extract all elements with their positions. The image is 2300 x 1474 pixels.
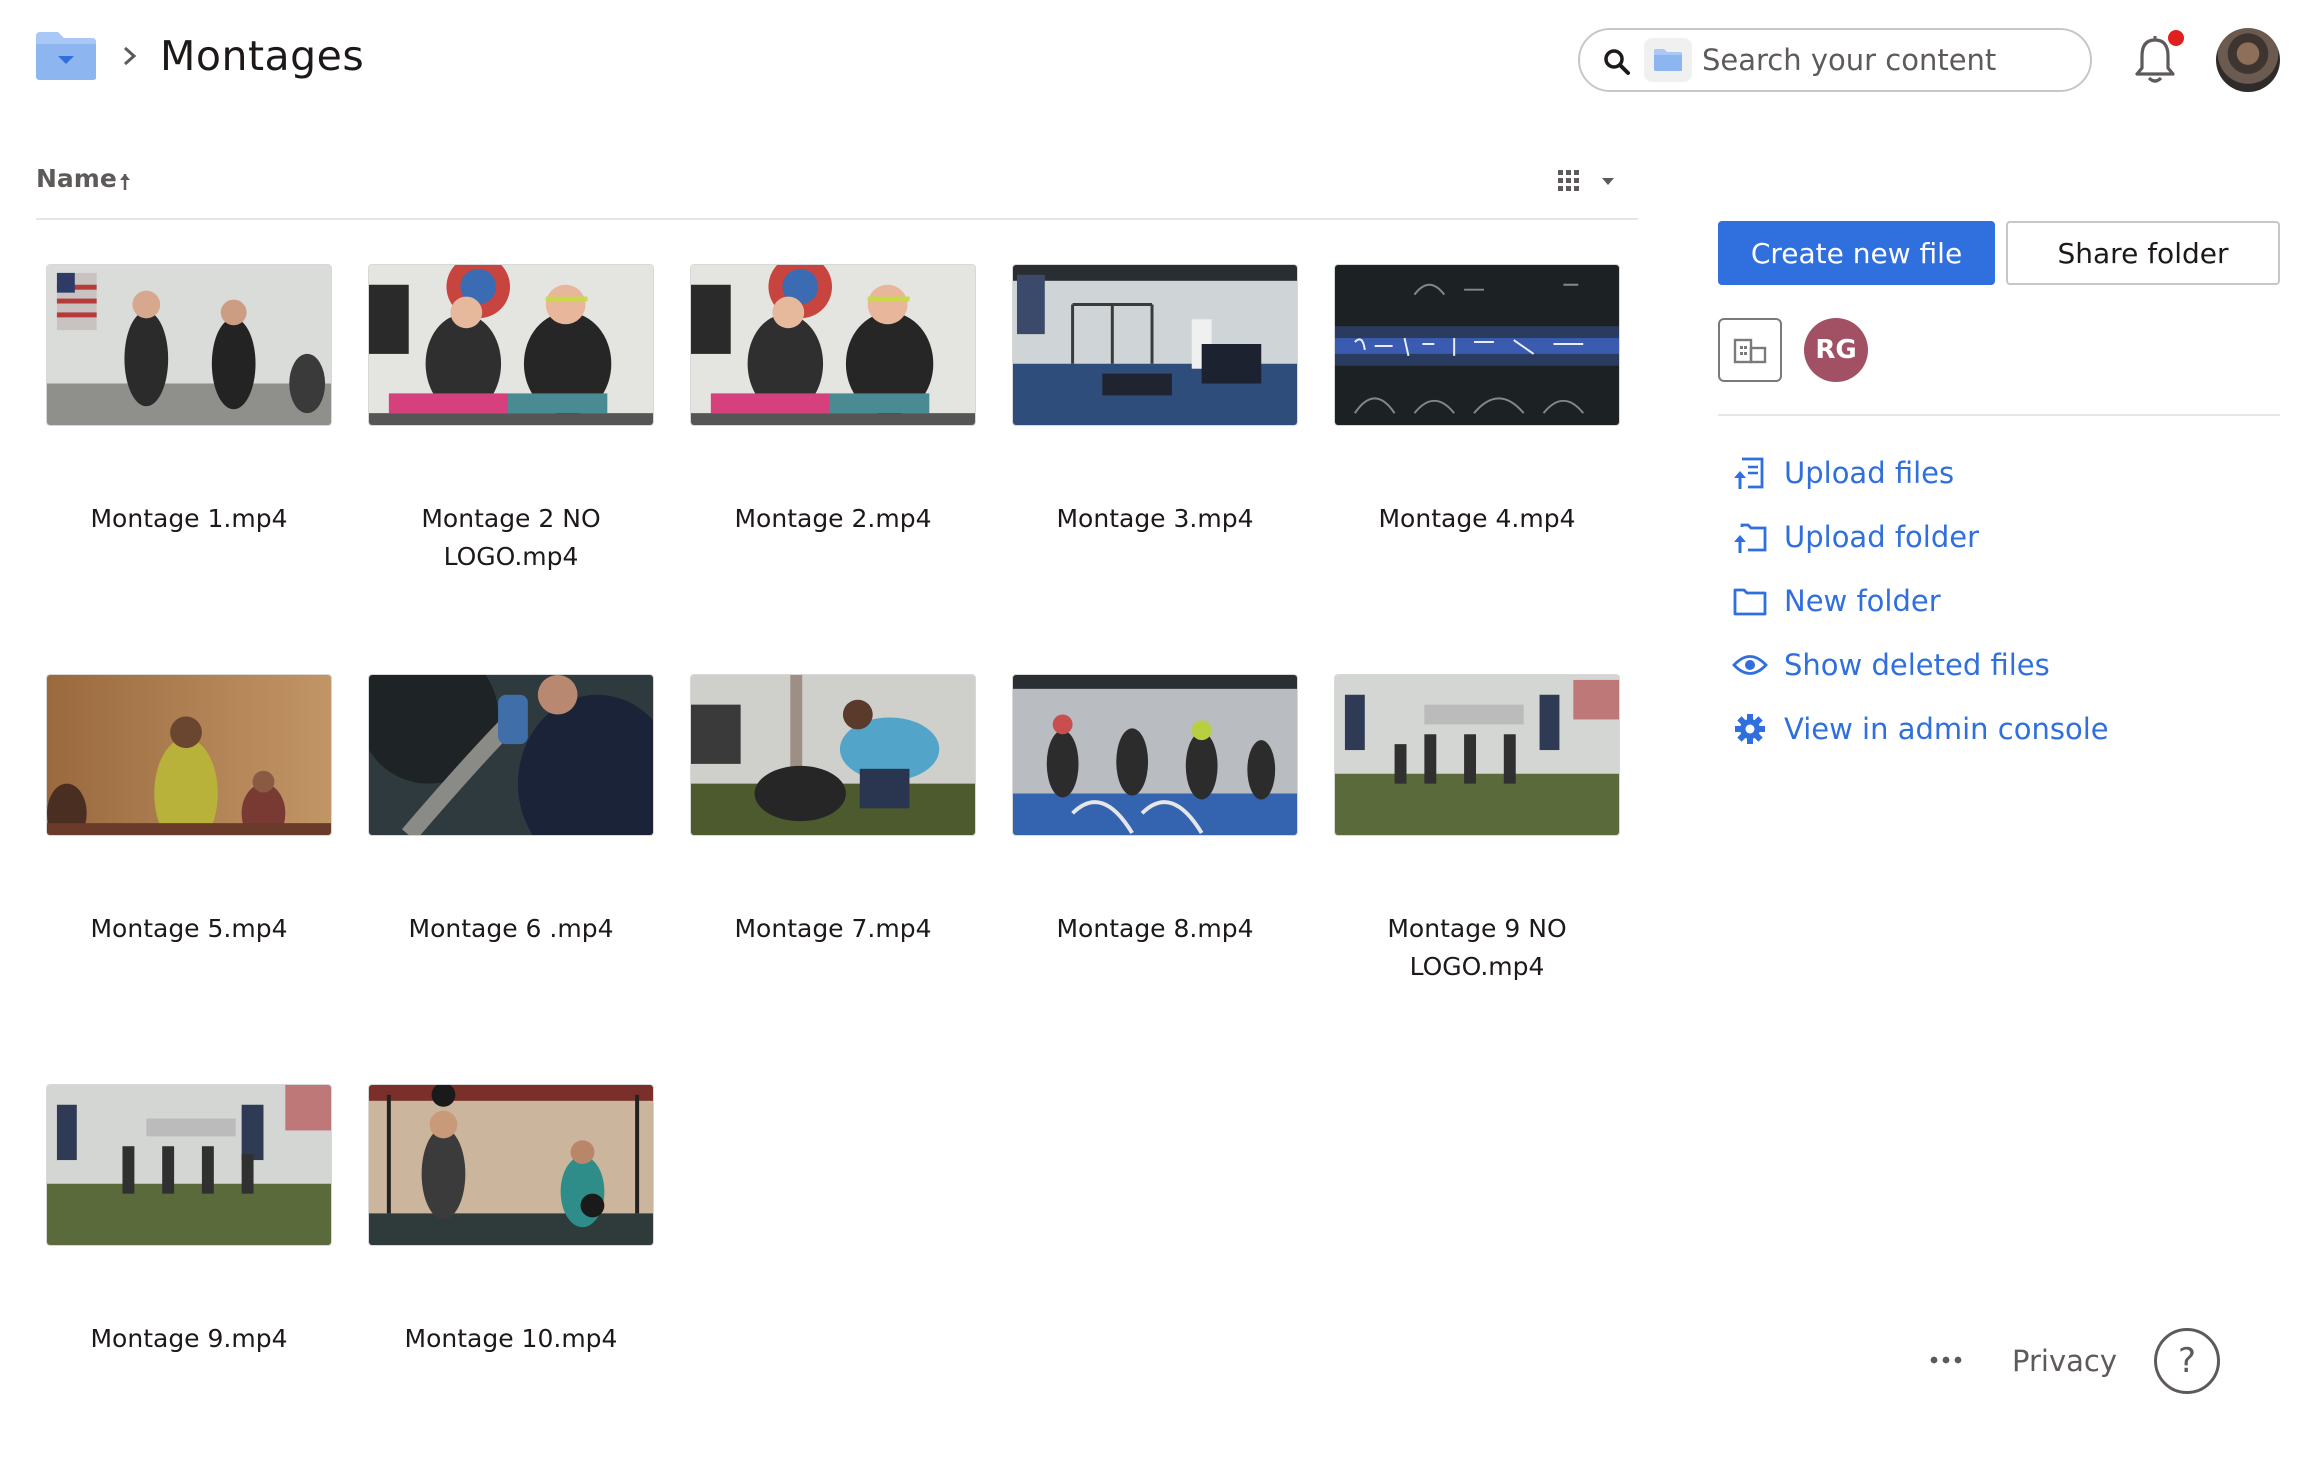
view-in-admin-console-action[interactable]: View in admin console <box>1730 704 2170 754</box>
new-folder-action[interactable]: New folder <box>1730 576 2170 626</box>
share-folder-button[interactable]: Share folder <box>2006 221 2280 285</box>
member-avatar[interactable]: RG <box>1804 318 1868 382</box>
video-thumbnail <box>1334 264 1620 426</box>
file-name: Montage 5.mp4 <box>90 914 288 943</box>
file-tile[interactable]: Montage 7.mp4 <box>680 674 990 1064</box>
privacy-link[interactable]: Privacy <box>2012 1344 2117 1378</box>
folder-icon <box>1730 581 1770 621</box>
breadcrumb-chevron-icon <box>124 46 137 66</box>
top-bar: Montages <box>0 0 2300 120</box>
video-thumbnail <box>1012 674 1298 836</box>
file-tile[interactable]: Montage 9.mp4 <box>36 1084 346 1474</box>
help-button[interactable]: ? <box>2154 1328 2220 1394</box>
file-name: Montage 9.mp4 <box>90 1324 288 1353</box>
file-tile[interactable]: Montage 1.mp4 <box>36 264 346 654</box>
upload-folder-icon <box>1730 517 1770 557</box>
sort-by-name[interactable]: Name <box>36 164 117 193</box>
search-input[interactable] <box>1702 36 2072 84</box>
video-thumbnail <box>690 674 976 836</box>
sort-ascending-icon[interactable] <box>117 172 133 192</box>
video-thumbnail <box>1012 264 1298 426</box>
file-name: Montage 3.mp4 <box>1056 504 1254 533</box>
show-deleted-files-action[interactable]: Show deleted files <box>1730 640 2170 690</box>
file-tile[interactable]: Montage 2 NO LOGO.mp4 <box>358 264 668 654</box>
file-tile[interactable]: Montage 4.mp4 <box>1324 264 1634 654</box>
file-tile[interactable]: Montage 3.mp4 <box>1002 264 1312 654</box>
action-label: Upload files <box>1784 456 1955 490</box>
more-options-icon[interactable] <box>1928 1350 1964 1370</box>
file-name: Montage 1.mp4 <box>90 504 288 533</box>
eye-icon <box>1730 645 1770 685</box>
file-name: Montage 9 NO LOGO.mp4 <box>1387 914 1567 981</box>
file-name: Montage 4.mp4 <box>1378 504 1576 533</box>
folder-menu-icon[interactable] <box>34 30 98 82</box>
file-tile[interactable]: Montage 6 .mp4 <box>358 674 668 1064</box>
view-toggle-grid-icon[interactable] <box>1556 166 1636 198</box>
search-box[interactable] <box>1578 28 2092 92</box>
file-name: Montage 6 .mp4 <box>408 914 614 943</box>
video-thumbnail <box>368 1084 654 1246</box>
file-tile[interactable]: Montage 5.mp4 <box>36 674 346 1064</box>
file-name: Montage 2 NO LOGO.mp4 <box>421 504 601 571</box>
video-thumbnail <box>368 264 654 426</box>
user-avatar[interactable] <box>2216 28 2280 92</box>
video-thumbnail <box>690 264 976 426</box>
create-new-file-button[interactable]: Create new file <box>1718 221 1995 285</box>
panel-divider <box>1718 414 2280 416</box>
action-label: Upload folder <box>1784 520 1980 554</box>
video-thumbnail <box>1334 674 1620 836</box>
file-tile[interactable]: Montage 8.mp4 <box>1002 674 1312 1064</box>
video-thumbnail <box>46 1084 332 1246</box>
video-thumbnail <box>368 674 654 836</box>
notification-badge <box>2168 30 2184 46</box>
file-name: Montage 10.mp4 <box>404 1324 618 1353</box>
action-label: View in admin console <box>1784 712 2109 746</box>
video-thumbnail <box>46 264 332 426</box>
team-member-icon[interactable] <box>1718 318 1782 382</box>
list-header: Name <box>36 150 1638 220</box>
file-tile[interactable]: Montage 10.mp4 <box>358 1084 668 1474</box>
upload-folder-action[interactable]: Upload folder <box>1730 512 2170 562</box>
search-icon <box>1604 49 1630 75</box>
upload-files-action[interactable]: Upload files <box>1730 448 2170 498</box>
file-name: Montage 8.mp4 <box>1056 914 1254 943</box>
file-name: Montage 2.mp4 <box>734 504 932 533</box>
video-thumbnail <box>46 674 332 836</box>
page-title: Montages <box>160 32 365 80</box>
action-label: New folder <box>1784 584 1941 618</box>
gear-icon <box>1730 709 1770 749</box>
action-label: Show deleted files <box>1784 648 2050 682</box>
search-scope-folder-icon[interactable] <box>1644 38 1692 82</box>
file-tile[interactable]: Montage 9 NO LOGO.mp4 <box>1324 674 1634 1064</box>
file-tile[interactable]: Montage 2.mp4 <box>680 264 990 654</box>
upload-file-icon <box>1730 453 1770 493</box>
file-name: Montage 7.mp4 <box>734 914 932 943</box>
